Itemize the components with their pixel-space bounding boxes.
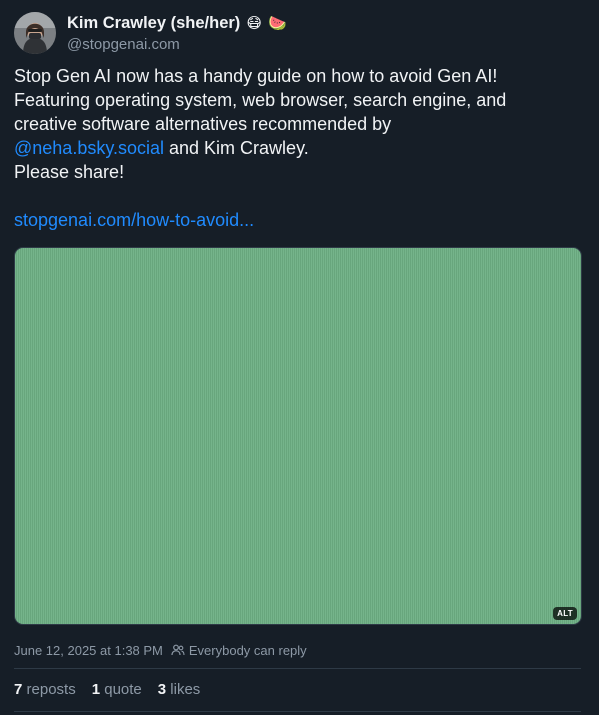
external-link[interactable]: stopgenai.com/how-to-avoid...	[14, 208, 584, 232]
likes-stat[interactable]: 3 likes	[158, 681, 201, 698]
likes-count: 3	[157, 681, 167, 698]
post-text-fragment: and Kim Crawley.	[164, 138, 309, 158]
avatar[interactable]	[14, 12, 56, 54]
likes-label: likes	[170, 681, 201, 698]
post-thread-item: Kim Crawley (she/her) 😷 🍉 @stopgenai.com…	[0, 0, 599, 715]
quotes-label: quote	[104, 681, 142, 698]
post-text: Stop Gen AI now has a handy guide on how…	[14, 64, 584, 232]
post-text-line: @neha.bsky.social and Kim Crawley.	[14, 136, 584, 160]
reply-setting[interactable]: Everybody can reply	[171, 643, 307, 658]
alt-text-badge[interactable]: ALT	[553, 607, 577, 620]
watermelon-emoji: 🍉	[267, 14, 287, 32]
post-text-line: Please share!	[14, 162, 125, 182]
author-display-name[interactable]: Kim Crawley (she/her)	[67, 14, 240, 33]
image-embed[interactable]: ALT	[14, 247, 582, 625]
mention-link[interactable]: @neha.bsky.social	[14, 138, 164, 158]
reposts-count: 7	[14, 681, 23, 698]
quotes-count: 1	[91, 681, 101, 698]
divider	[14, 668, 581, 669]
post-meta-row: June 12, 2025 at 1:38 PM Everybody can r…	[14, 641, 307, 659]
post-text-line: Featuring operating system, web browser,…	[14, 90, 507, 110]
people-icon	[171, 644, 185, 656]
author-handle[interactable]: @stopgenai.com	[67, 36, 180, 53]
avatar-photo-icon	[14, 12, 56, 54]
quotes-stat[interactable]: 1 quote	[92, 681, 142, 698]
engagement-stats: 7 reposts 1 quote 3 likes	[14, 681, 200, 698]
reposts-stat[interactable]: 7 reposts	[14, 681, 76, 698]
reply-setting-label: Everybody can reply	[188, 642, 307, 658]
author-name-row: Kim Crawley (she/her) 😷 🍉	[67, 13, 287, 33]
mask-emoji: 😷	[246, 14, 262, 32]
post-text-line: Stop Gen AI now has a handy guide on how…	[14, 66, 498, 86]
reposts-label: reposts	[26, 681, 76, 698]
post-text-line: creative software alternatives recommend…	[14, 114, 392, 134]
post-timestamp[interactable]: June 12, 2025 at 1:38 PM	[14, 643, 163, 658]
divider	[14, 711, 581, 712]
